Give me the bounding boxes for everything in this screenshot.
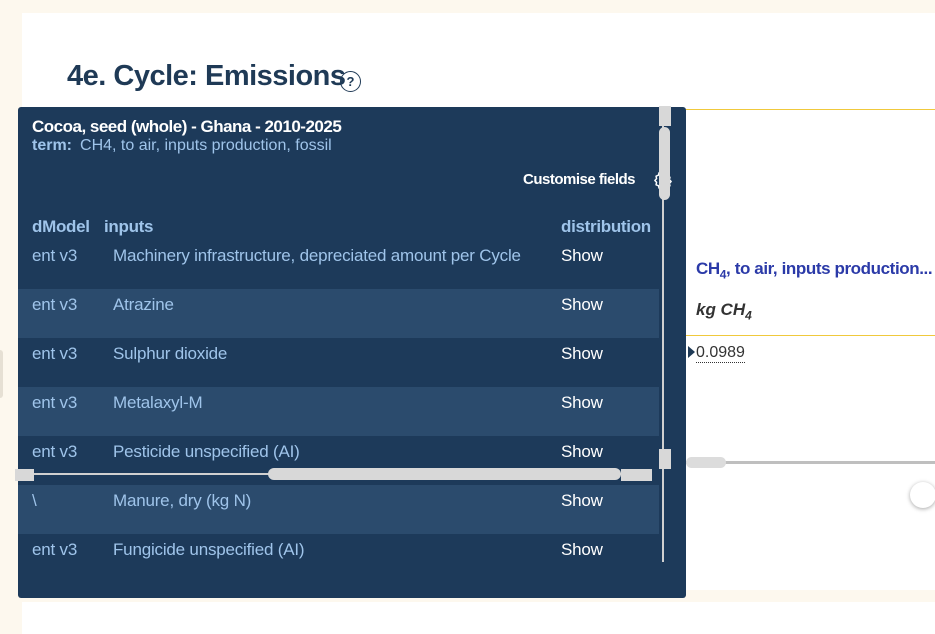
input-cell: Pesticide unspecified (AI) [113,442,300,461]
emission-unit: kg CH4 [696,300,752,323]
toggle-switch-knob[interactable] [910,482,935,508]
tooltip-term: term: CH4, to air, inputs production, fos… [32,137,332,155]
table-row: ent v3 Metalaxyl-M Show [18,387,659,436]
emission-column-header[interactable]: CH4, to air, inputs production... [696,259,933,281]
table-row: ent v3 Atrazine Show [18,289,659,338]
left-edge-handle [0,350,3,398]
customise-fields-button[interactable]: Customise fields [523,171,636,188]
value-pointer-icon [688,346,695,358]
table-row: ent v3 Fungicide unspecified (AI) Show [18,534,659,577]
scroll-left-button[interactable] [15,469,34,481]
column-header-inputs[interactable]: inputs [104,217,154,237]
table-top-rule [686,109,935,110]
input-cell: Manure, dry (kg N) [113,491,252,510]
tooltip-vertical-scroll-thumb[interactable] [659,127,670,200]
input-cell: Machinery infrastructure, depreciated am… [113,246,521,265]
input-cell: Sulphur dioxide [113,344,228,363]
emission-detail-tooltip: Cocoa, seed (whole) - Ghana - 2010-2025 … [18,107,686,598]
model-cell: ent v3 [32,393,78,412]
table-header-rule [686,335,935,336]
question-circle-icon[interactable]: ? [340,71,361,92]
emission-value[interactable]: 0.0989 [696,343,745,363]
table-horizontal-scroll-thumb[interactable] [686,457,726,468]
input-cell: Fungicide unspecified (AI) [113,540,305,559]
column-header-model[interactable]: dModel [32,217,90,237]
tooltip-term-label: term: [32,137,73,154]
model-cell: \ [32,491,37,510]
table-row: ent v3 Sulphur dioxide Show [18,338,659,387]
show-distribution-link[interactable]: Show [561,491,603,511]
table-row: ent v3 Machinery infrastructure, depreci… [18,240,659,289]
show-distribution-link[interactable]: Show [561,540,603,560]
tooltip-horizontal-scroll-thumb[interactable] [268,468,621,480]
tooltip-term-value: CH4, to air, inputs production, fossil [80,137,332,154]
model-cell: ent v3 [32,295,78,314]
model-cell: ent v3 [32,442,78,461]
show-distribution-link[interactable]: Show [561,442,603,462]
tooltip-title: Cocoa, seed (whole) - Ghana - 2010-2025 [32,117,342,136]
input-cell: Metalaxyl-M [113,393,203,412]
show-distribution-link[interactable]: Show [561,393,603,413]
scroll-right-button[interactable] [621,469,652,481]
section-title: 4e. Cycle: Emissions [67,60,346,92]
scroll-down-button[interactable] [659,449,671,469]
model-cell: ent v3 [32,540,78,559]
show-distribution-link[interactable]: Show [561,295,603,315]
next-card [22,602,935,634]
show-distribution-link[interactable]: Show [561,344,603,364]
model-cell: ent v3 [32,246,78,265]
show-distribution-link[interactable]: Show [561,246,603,266]
table-row: \ Manure, dry (kg N) Show [18,485,659,534]
column-header-distribution[interactable]: distribution [561,217,651,237]
model-cell: ent v3 [32,344,78,363]
scroll-up-button[interactable] [659,106,671,126]
input-cell: Atrazine [113,295,174,314]
inputs-table: dModel inputs distribution ent v3 Machin… [18,211,659,577]
